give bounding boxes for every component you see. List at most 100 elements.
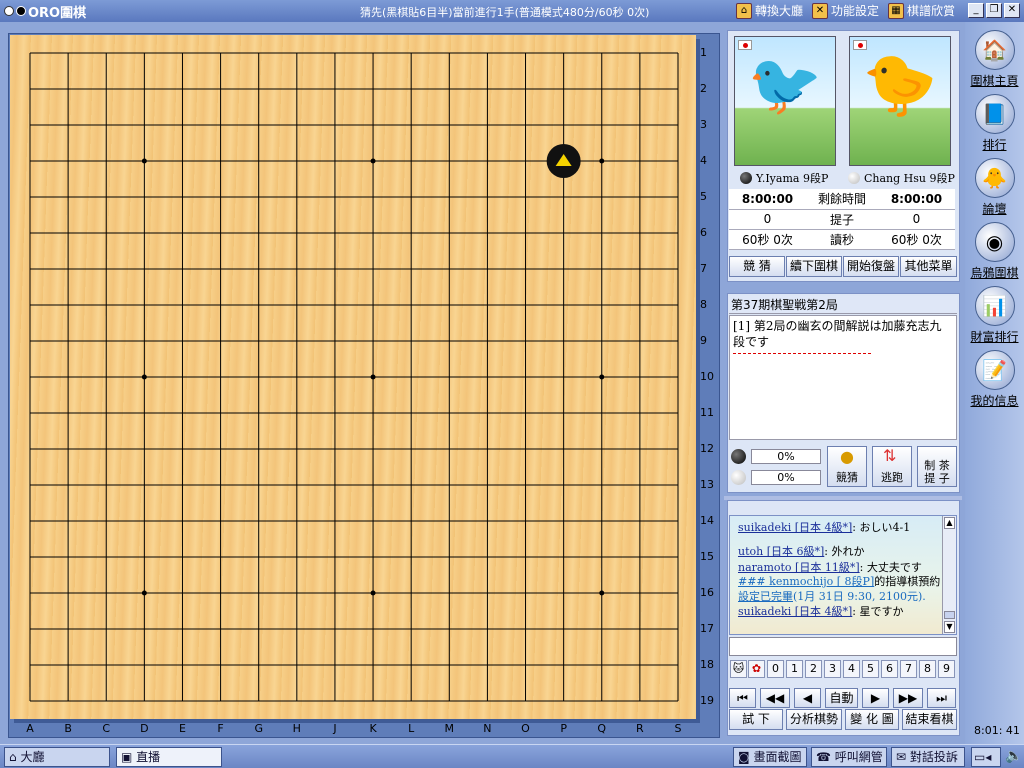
last-move-button[interactable]: ⏭ — [927, 688, 956, 708]
column-label: A — [26, 722, 34, 735]
column-label: D — [140, 722, 149, 735]
nav-ranking[interactable]: 📘 排行 — [965, 94, 1024, 153]
house-icon: ⌂ — [9, 750, 21, 764]
column-label: K — [369, 722, 377, 735]
tools-icon: ✕ — [812, 2, 828, 19]
captures-label: 提子 — [806, 209, 878, 230]
scroll-up-icon[interactable]: ▲ — [944, 517, 955, 529]
nav-forum[interactable]: 🐥 論壇 — [965, 158, 1024, 217]
right-sidebar: 🏠 圍棋主頁 📘 排行 🐥 論壇 ◉ 烏鴉圍棋 📊 財富排行 📝 我的信息 8:01: 41 — [965, 22, 1024, 744]
row-label: 8 — [700, 298, 707, 311]
bird-mascot-icon: 🐤 — [862, 50, 938, 120]
commentary-text: [1] 第2局の幽玄の間解説は加藤充志九段です — [733, 319, 942, 349]
taskbar-call-admin[interactable]: ☎ 呼叫網管 — [811, 747, 887, 767]
taskbar-screenshot[interactable]: ◙ 畫面截圖 — [733, 747, 807, 767]
close-button[interactable]: ✕ — [1004, 3, 1020, 18]
time-label: 剩餘時間 — [806, 189, 878, 210]
prev-move-button[interactable]: ◀ — [794, 688, 821, 708]
column-label: F — [217, 722, 224, 735]
fast-back-button[interactable]: ◀◀ — [760, 688, 790, 708]
chat-message: utoh [日本 6級*]: 外れか — [738, 543, 865, 559]
scroll-thumb[interactable] — [944, 611, 955, 619]
try-move-button[interactable]: 試 下 — [729, 709, 783, 730]
continue-game-button[interactable]: 續下圍棋 — [786, 256, 842, 277]
row-label: 12 — [700, 442, 714, 455]
switch-hall-menu[interactable]: ⌂ 轉換大廳 — [736, 2, 803, 19]
guess-button[interactable]: 競 猜 — [729, 256, 785, 277]
chat-input[interactable] — [729, 637, 957, 656]
column-label: R — [636, 722, 644, 735]
taskbar-input-method[interactable]: ▭◂ — [971, 747, 1001, 767]
chat-scrollbar[interactable]: ▲ ▼ — [942, 516, 956, 634]
game-status-text: 猜先(黑棋貼6目半)當前進行1手(普通模式480分/60秒 0次) — [360, 6, 650, 19]
nav-my-info[interactable]: 📝 我的信息 — [965, 350, 1024, 409]
analyze-button[interactable]: 分析棋勢 — [786, 709, 842, 730]
number-button[interactable]: 1 — [786, 660, 803, 678]
go-board[interactable] — [10, 35, 696, 719]
number-button[interactable]: 6 — [881, 660, 898, 678]
number-button[interactable]: 2 — [805, 660, 822, 678]
end-watch-button[interactable]: 結束看棋 — [902, 709, 957, 730]
row-label: 5 — [700, 190, 707, 203]
nav-wealth-ranking[interactable]: 📊 財富排行 — [965, 286, 1024, 345]
white-player-name: Chang Hsu 9段P — [848, 170, 955, 186]
emoji-icon[interactable]: 🐱 — [730, 660, 747, 678]
commentary-text-area[interactable]: [1] 第2局の幽玄の間解説は加藤充志九段です — [729, 315, 957, 440]
board-grid[interactable] — [10, 35, 696, 719]
flower-icon[interactable]: ✿ — [748, 660, 765, 678]
number-button[interactable]: 8 — [919, 660, 936, 678]
other-menu-button[interactable]: 其他菜單 — [900, 256, 957, 277]
prev-icon: ◀ — [802, 691, 813, 705]
chat-username[interactable]: utoh [日本 6級*] — [738, 545, 824, 558]
captures-tool-button[interactable]: 制 茶 提 子 — [917, 446, 957, 487]
minimize-button[interactable]: _ — [968, 3, 984, 18]
white-byoyomi: 60秒 0次 — [877, 229, 955, 250]
white-stone-icon — [731, 470, 746, 485]
settings-menu[interactable]: ✕ 功能設定 — [812, 2, 879, 19]
escape-button[interactable]: ⇅ 逃跑 — [872, 446, 912, 487]
star-point — [141, 590, 147, 596]
row-label: 2 — [700, 82, 707, 95]
fast-forward-icon: ▶▶ — [898, 691, 918, 705]
first-move-button[interactable]: ⏮ — [729, 688, 756, 708]
number-button[interactable]: 5 — [862, 660, 879, 678]
chat-username[interactable]: ### kenmochijo [ 8段P] — [738, 575, 874, 588]
commentary-title: 第37期棋聖戦第2局 — [729, 296, 957, 314]
star-point — [370, 158, 376, 164]
bet-button[interactable]: ● 競猜 — [827, 446, 867, 487]
chat-log[interactable]: suikadeki [日本 4級*]: おしい4-1 utoh [日本 6級*]:… — [729, 515, 957, 635]
app-title: ORO圍棋 — [28, 5, 87, 21]
taskbar-complaint[interactable]: ✉ 對話投訴 — [891, 747, 965, 767]
number-button[interactable]: 3 — [824, 660, 841, 678]
maximize-button[interactable]: ❐ — [986, 3, 1002, 18]
speaker-icon[interactable]: 🔈 — [1005, 748, 1022, 764]
next-move-button[interactable]: ▶ — [862, 688, 889, 708]
number-button[interactable]: 4 — [843, 660, 860, 678]
fast-forward-button[interactable]: ▶▶ — [893, 688, 923, 708]
black-stone-icon — [16, 6, 26, 16]
chat-username[interactable]: suikadeki [日本 4級*] — [738, 605, 852, 618]
column-label: M — [444, 722, 455, 735]
taskbar-hall[interactable]: ⌂ 大廳 — [4, 747, 110, 767]
chat-username[interactable]: suikadeki [日本 4級*] — [738, 521, 852, 534]
chat-username[interactable]: 設定已完畢 — [738, 590, 793, 603]
column-label: O — [521, 722, 530, 735]
chat-text: (1月 31日 9:30, 2100元). — [793, 590, 926, 603]
row-label: 9 — [700, 334, 707, 347]
start-review-button[interactable]: 開始復盤 — [843, 256, 899, 277]
number-button[interactable]: 7 — [900, 660, 917, 678]
scroll-down-icon[interactable]: ▼ — [944, 621, 955, 633]
star-point — [599, 590, 605, 596]
record-menu[interactable]: ▦ 棋譜欣賞 — [888, 2, 955, 19]
star-point — [370, 374, 376, 380]
nav-crow-go[interactable]: ◉ 烏鴉圍棋 — [965, 222, 1024, 281]
variation-button[interactable]: 變 化 圖 — [845, 709, 899, 730]
black-byoyomi: 60秒 0次 — [729, 229, 806, 250]
nav-home[interactable]: 🏠 圍棋主頁 — [965, 30, 1024, 89]
number-button[interactable]: 9 — [938, 660, 955, 678]
column-label: J — [333, 722, 337, 735]
taskbar-live[interactable]: ▣ 直播 — [116, 747, 222, 767]
number-button[interactable]: 0 — [767, 660, 784, 678]
auto-play-button[interactable]: 自動 — [825, 688, 858, 708]
column-label: C — [102, 722, 111, 735]
